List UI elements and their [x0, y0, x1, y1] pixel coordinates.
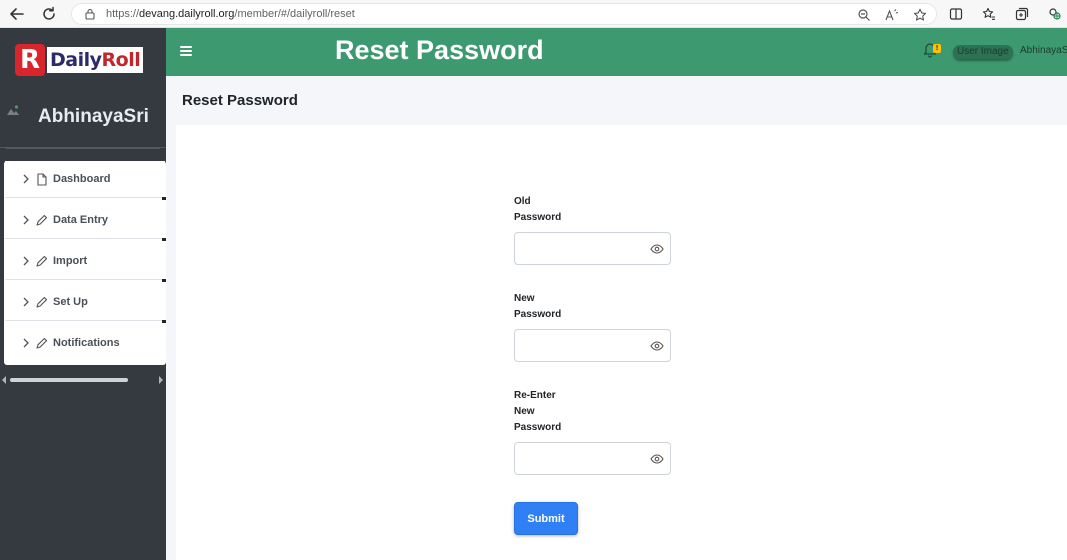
sidebar-item-label: Data Entry	[53, 214, 109, 226]
sidebar-item-label: Import	[53, 255, 88, 267]
sidebar-item-data-entry[interactable]: Data Entry	[5, 202, 166, 241]
split-screen-icon[interactable]	[948, 6, 964, 22]
url-prefix: https://	[106, 8, 140, 20]
extensions-icon[interactable]	[1047, 6, 1063, 22]
file-icon	[37, 173, 47, 186]
old-password-label: Old Password	[514, 196, 562, 223]
sidebar-menu: Dashboard Data Entry Import Set Up Notif…	[4, 161, 166, 365]
sidebar-horizontal-scrollbar[interactable]	[0, 376, 166, 384]
logo-mark: R	[15, 44, 45, 76]
pencil-icon	[36, 296, 48, 308]
zoom-icon[interactable]	[856, 7, 872, 23]
user-avatar[interactable]: User Image	[953, 45, 1013, 59]
sidebar-user-name[interactable]: AbhinayaSri	[38, 106, 149, 128]
reenter-password-field[interactable]	[514, 442, 671, 475]
sidebar-item-import[interactable]: Import	[5, 243, 166, 282]
sidebar-item-notifications[interactable]: Notifications	[5, 325, 165, 362]
reset-password-form: Old Password New Password Re-Enter New P…	[176, 125, 1067, 560]
content-header: Reset Password	[166, 76, 1067, 125]
broken-image-icon	[7, 105, 19, 115]
header-user-name[interactable]: AbhinayaS	[1020, 45, 1067, 56]
reenter-password-label: Re-Enter New Password	[514, 390, 562, 433]
eye-icon[interactable]	[650, 452, 664, 466]
chevron-right-icon	[23, 215, 29, 225]
old-password-field[interactable]	[514, 232, 671, 265]
refresh-icon[interactable]	[39, 4, 59, 24]
notification-badge: !	[933, 44, 941, 53]
url-host: devang.dailyroll.org	[139, 8, 235, 20]
pencil-icon	[36, 214, 48, 226]
logo-text-main: Daily	[50, 49, 102, 71]
content-gutter	[166, 125, 176, 560]
chevron-right-icon	[23, 174, 29, 184]
header-title: Reset Password	[335, 35, 544, 65]
chevron-right-icon	[23, 338, 29, 348]
chevron-right-icon	[23, 297, 29, 307]
sidebar-item-dashboard[interactable]: Dashboard	[5, 161, 166, 200]
brand-logo[interactable]: R DailyRoll	[15, 44, 147, 76]
eye-icon[interactable]	[650, 339, 664, 353]
favorite-star-icon[interactable]	[912, 7, 928, 23]
back-icon[interactable]	[7, 4, 27, 24]
browser-toolbar: https://devang.dailyroll.org/member/#/da…	[0, 0, 1067, 28]
sidebar-divider	[6, 148, 160, 149]
scroll-left-arrow-icon[interactable]	[2, 376, 6, 384]
page-title: Reset Password	[182, 92, 298, 109]
submit-button[interactable]: Submit	[514, 502, 578, 535]
logo-text-accent: Roll	[101, 49, 141, 71]
read-aloud-icon[interactable]	[884, 7, 900, 23]
sidebar-item-label: Set Up	[53, 296, 88, 308]
top-header: Reset Password ! User Image AbhinayaS	[166, 28, 1067, 76]
lock-icon[interactable]	[84, 8, 96, 20]
logo-text: DailyRoll	[47, 47, 144, 73]
url-text[interactable]: https://devang.dailyroll.org/member/#/da…	[106, 8, 355, 20]
new-password-label: New Password	[514, 293, 562, 320]
scrollbar-thumb[interactable]	[10, 378, 128, 382]
new-password-field[interactable]	[514, 329, 671, 362]
collections-icon[interactable]	[1014, 6, 1030, 22]
url-path: /member/#/dailyroll/reset	[234, 8, 355, 20]
pencil-icon	[36, 255, 48, 267]
scroll-right-arrow-icon[interactable]	[159, 376, 163, 384]
hamburger-menu-icon[interactable]	[180, 44, 192, 58]
sidebar-item-label: Dashboard	[53, 173, 111, 185]
eye-icon[interactable]	[650, 242, 664, 256]
sidebar: R DailyRoll AbhinayaSri Dashboard Data E…	[0, 28, 166, 560]
address-bar[interactable]: https://devang.dailyroll.org/member/#/da…	[71, 3, 937, 25]
sidebar-user-panel: AbhinayaSri	[0, 92, 166, 148]
pencil-icon	[36, 337, 48, 349]
sidebar-item-set-up[interactable]: Set Up	[5, 284, 166, 323]
chevron-right-icon	[23, 256, 29, 266]
sidebar-item-label: Notifications	[53, 337, 120, 349]
favorites-icon[interactable]	[981, 6, 997, 22]
